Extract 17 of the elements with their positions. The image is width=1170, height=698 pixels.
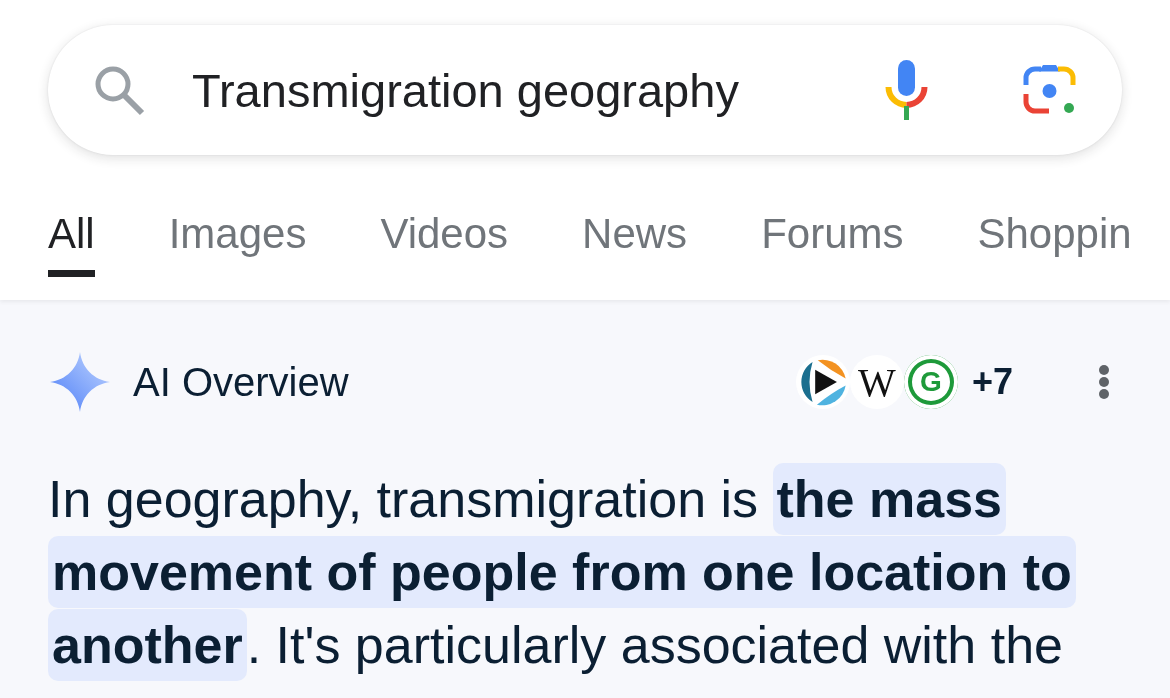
- tab[interactable]: Videos: [380, 210, 509, 277]
- more-sources-count[interactable]: +7: [971, 361, 1013, 403]
- microphone-icon[interactable]: [885, 60, 928, 120]
- letter-logo[interactable]: G: [903, 355, 958, 409]
- camera-lens-icon[interactable]: [1022, 64, 1077, 116]
- search-icon[interactable]: [93, 64, 145, 116]
- search-input[interactable]: Transmigration geography: [192, 62, 845, 118]
- overview-title: AI Overview: [133, 359, 349, 405]
- tab[interactable]: All: [48, 210, 95, 277]
- more-vertical-icon[interactable]: [1098, 364, 1110, 400]
- tab[interactable]: Shoppin: [977, 210, 1132, 277]
- tab[interactable]: News: [582, 210, 688, 277]
- letter-logo[interactable]: W: [849, 355, 904, 409]
- tab[interactable]: Images: [168, 210, 307, 277]
- play-logo-icon[interactable]: [795, 355, 850, 409]
- sparkle-icon: [50, 352, 110, 412]
- tab[interactable]: Forums: [761, 210, 904, 277]
